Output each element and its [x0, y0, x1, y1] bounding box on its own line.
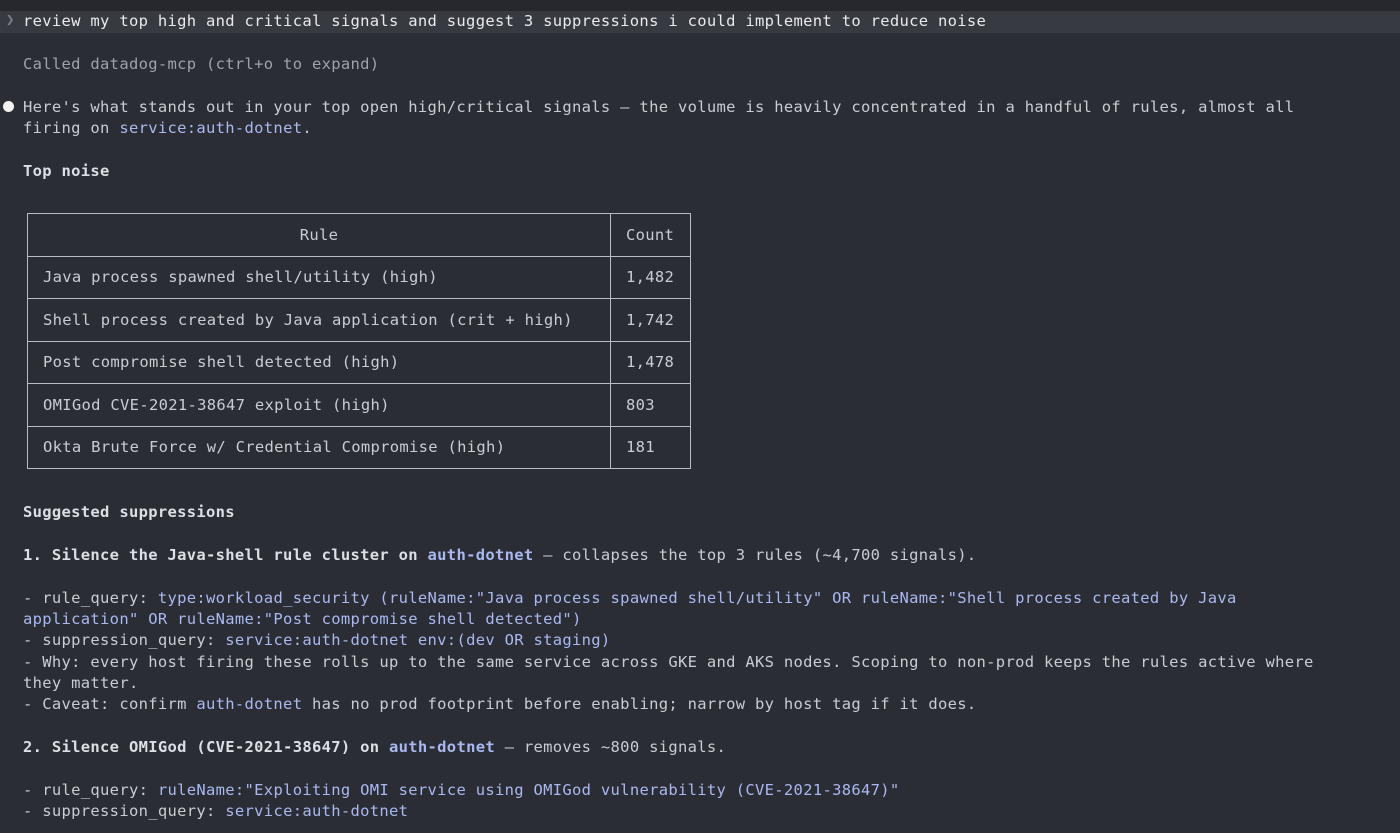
table-row: Okta Brute Force w/ Credential Compromis… [27, 425, 691, 469]
rule-cell: Shell process created by Java applicatio… [27, 298, 611, 342]
intro-line-2: firing on service:auth-dotnet. [23, 118, 312, 139]
s2-sq-label: - suppression_query: [23, 802, 226, 820]
s1-rq-value: type:workload_security (ruleName:"Java p… [157, 589, 1237, 607]
s1-sq-label: - suppression_query: [23, 631, 226, 649]
table-row: Shell process created by Java applicatio… [27, 298, 691, 342]
suppression-1-title: 1. Silence the Java-shell rule cluster o… [23, 545, 977, 566]
intro-suffix: . [302, 119, 312, 137]
table-header-row: Rule Count [27, 213, 691, 257]
prompt-caret-icon: ❯ [6, 12, 15, 28]
s2-title-suffix: — removes ~800 signals. [494, 738, 727, 756]
tool-call-line[interactable]: Called datadog-mcp (ctrl+o to expand) [23, 54, 379, 75]
suggested-heading: Suggested suppressions [23, 503, 235, 521]
s1-sq-value: service:auth-dotnet env:(dev OR staging) [225, 631, 611, 649]
top-noise-table: Rule Count Java process spawned shell/ut… [27, 213, 691, 469]
s1-rule-query-line-2: application" OR ruleName:"Post compromis… [23, 610, 582, 628]
intro-line-1: Here's what stands out in your top open … [23, 98, 1295, 116]
s1-why-line-2: they matter. [23, 674, 139, 692]
rule-cell: Post compromise shell detected (high) [27, 340, 611, 384]
table-row: Post compromise shell detected (high) 1,… [27, 340, 691, 384]
s2-rq-value: ruleName:"Exploiting OMI service using O… [157, 781, 900, 799]
s2-rule-query: - rule_query: ruleName:"Exploiting OMI s… [23, 780, 900, 801]
s2-title-code: auth-dotnet [389, 738, 495, 756]
response-bullet-icon [3, 101, 14, 112]
count-cell: 1,478 [610, 340, 691, 384]
prompt-text: review my top high and critical signals … [23, 12, 987, 30]
intro-prefix: firing on [23, 119, 120, 137]
suppression-2-title: 2. Silence OMIGod (CVE-2021-38647) on au… [23, 737, 726, 758]
s1-title-code: auth-dotnet [427, 546, 534, 564]
s1-caveat: - Caveat: confirm auth-dotnet has no pro… [23, 694, 977, 715]
rule-cell: Okta Brute Force w/ Credential Compromis… [27, 425, 611, 469]
table-row: Java process spawned shell/utility (high… [27, 255, 691, 299]
s1-rq-label: - rule_query: [23, 589, 158, 607]
intro-service-code: service:auth-dotnet [119, 119, 303, 137]
column-header-rule: Rule [27, 213, 611, 257]
table-row: OMIGod CVE-2021-38647 exploit (high) 803 [27, 383, 691, 427]
user-prompt: ❯ review my top high and critical signal… [0, 11, 1400, 33]
terminal-top-strip [0, 0, 1400, 11]
count-cell: 1,482 [610, 255, 691, 299]
s1-rule-query-line-1: - rule_query: type:workload_security (ru… [23, 588, 1237, 609]
s2-rq-label: - rule_query: [23, 781, 158, 799]
count-cell: 181 [610, 425, 691, 469]
s2-suppression-query: - suppression_query: service:auth-dotnet [23, 801, 408, 822]
s1-title-prefix: 1. Silence the Java-shell rule cluster o… [23, 546, 428, 564]
s2-sq-value: service:auth-dotnet [225, 802, 409, 820]
s2-title-prefix: 2. Silence OMIGod (CVE-2021-38647) on [23, 738, 390, 756]
s1-title-suffix: — collapses the top 3 rules (~4,700 sign… [533, 546, 977, 564]
s1-caveat-code: auth-dotnet [196, 695, 303, 713]
s1-suppression-query: - suppression_query: service:auth-dotnet… [23, 630, 611, 651]
s1-caveat-prefix: - Caveat: confirm [23, 695, 197, 713]
s1-why-line-1: - Why: every host firing these rolls up … [23, 653, 1314, 671]
count-cell: 803 [610, 383, 691, 427]
s1-caveat-suffix: has no prod footprint before enabling; n… [302, 695, 977, 713]
rule-cell: OMIGod CVE-2021-38647 exploit (high) [27, 383, 611, 427]
column-header-count: Count [610, 213, 691, 257]
count-cell: 1,742 [610, 298, 691, 342]
top-noise-heading: Top noise [23, 162, 110, 180]
rule-cell: Java process spawned shell/utility (high… [27, 255, 611, 299]
